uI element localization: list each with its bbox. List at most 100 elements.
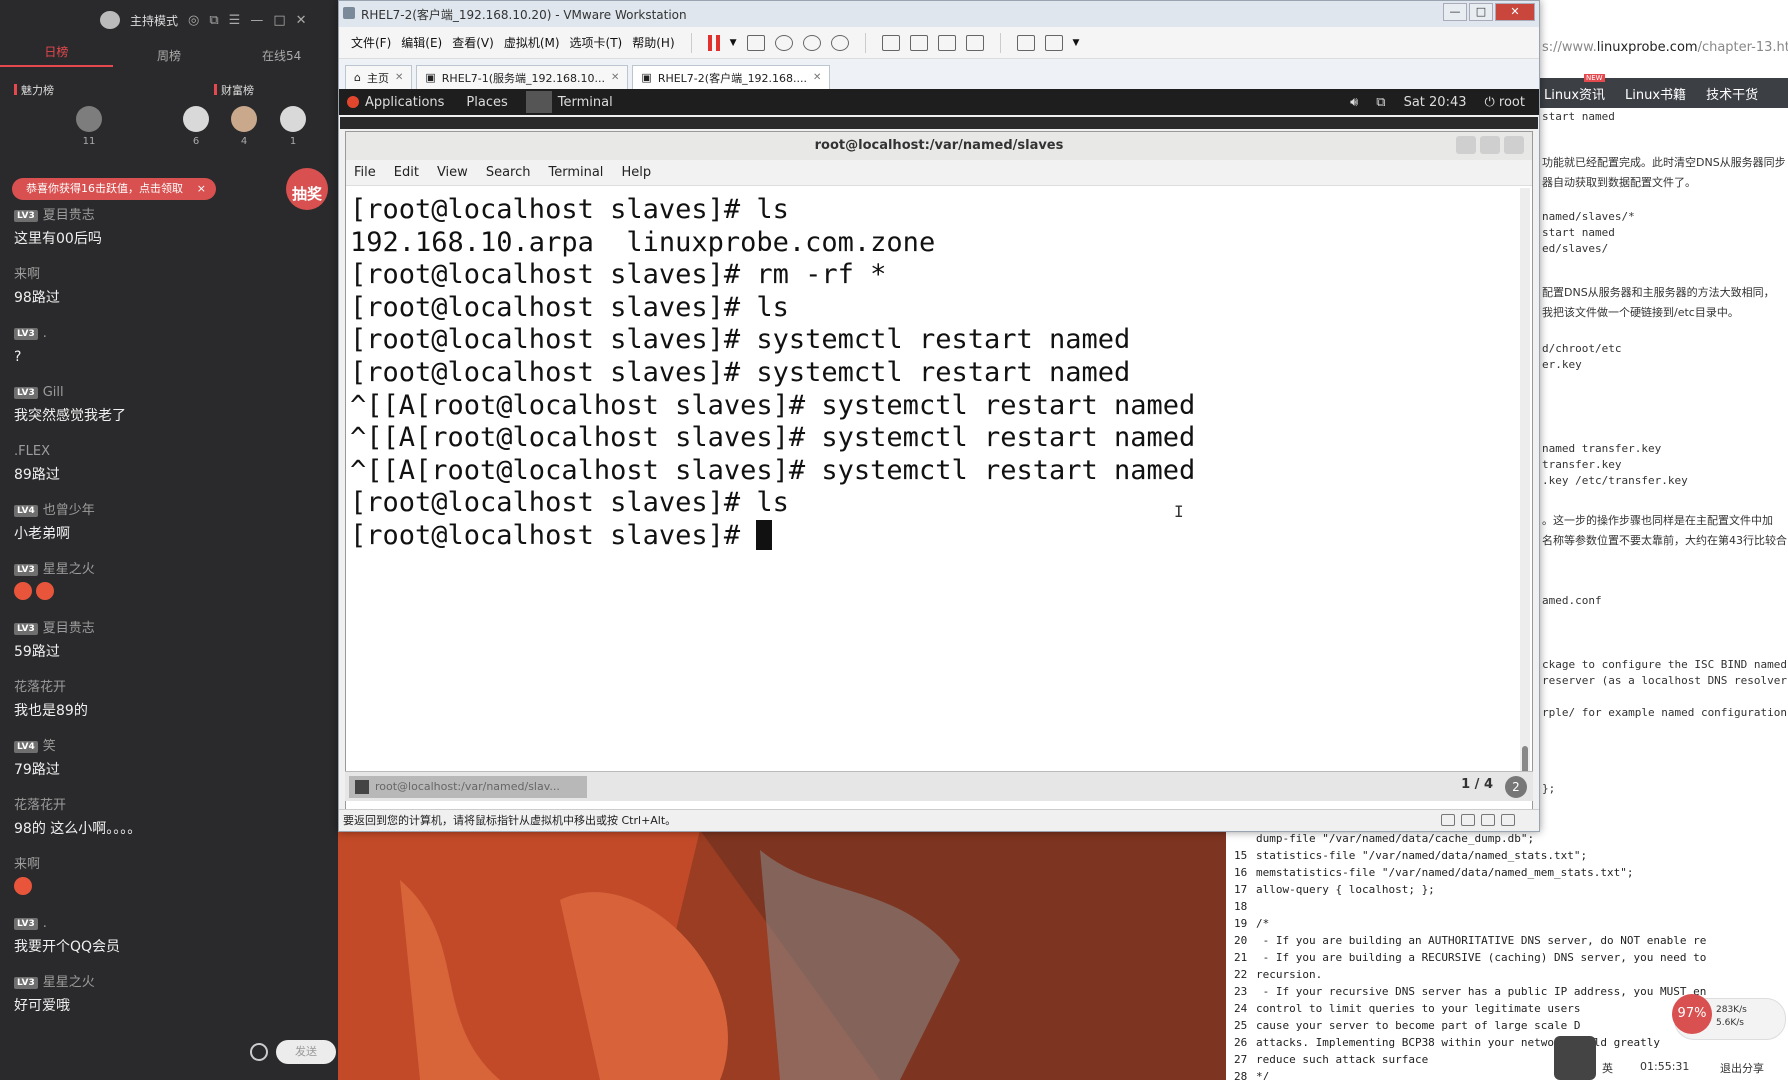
chevron-down-icon[interactable]: ▼ — [730, 38, 737, 48]
gnome-foot-icon — [347, 96, 359, 108]
maximize-icon[interactable] — [1480, 136, 1500, 154]
network-icon[interactable]: ⧉ — [1376, 95, 1385, 110]
cdrom-icon[interactable] — [1461, 814, 1475, 826]
message-text: 好可爱哦 — [14, 998, 70, 1014]
close-tab-icon[interactable]: ✕ — [611, 72, 619, 83]
tab-online[interactable]: 在线54 — [225, 47, 338, 64]
level-badge: LV4 — [14, 505, 38, 517]
power-icon: ⏻ — [1484, 94, 1499, 110]
fullscreen-icon[interactable] — [937, 34, 956, 51]
list-item: 花落花开 98的 这么小啊。。。。 — [14, 795, 324, 844]
volume-icon[interactable]: 🔊︎ — [1350, 95, 1358, 110]
terminal-output[interactable]: [root@localhost slaves]# ls 192.168.10.ar… — [346, 186, 1520, 796]
line-number: 20 — [1234, 934, 1248, 947]
vmware-titlebar[interactable]: RHEL7-2(客户端_192.168.10.20) - VMware Work… — [339, 1, 1539, 27]
terminal-app-menu[interactable]: Terminal — [558, 95, 613, 110]
exit-share-button[interactable]: 退出分享 — [1720, 1060, 1764, 1076]
avatar[interactable] — [231, 106, 257, 132]
stretch-guest-icon[interactable] — [1044, 34, 1063, 51]
terminal-window: root@localhost:/var/named/slaves File Ed… — [345, 131, 1533, 811]
workspace-indicator[interactable]: 1 / 4 — [1461, 777, 1493, 792]
snapshot-icon[interactable] — [774, 34, 793, 51]
usb-icon[interactable] — [1501, 814, 1515, 826]
menu-tabs[interactable]: 选项卡(T) — [570, 34, 623, 51]
minimize-icon[interactable] — [1456, 136, 1476, 154]
menu-view[interactable]: View — [437, 165, 468, 180]
tab-home[interactable]: ⌂ 主页 ✕ — [345, 65, 413, 89]
minimize-button[interactable]: — — [1443, 3, 1467, 21]
tab-rhel7-2[interactable]: ▣ RHEL7-2(客户端_192.168.... ✕ — [632, 65, 831, 89]
nav-item-books[interactable]: Linux书籍 — [1625, 84, 1686, 103]
taskbar-terminal-item[interactable]: root@localhost:/var/named/slav... — [349, 776, 587, 798]
line-number: 16 — [1234, 866, 1248, 879]
network-adapter-icon[interactable] — [1481, 814, 1495, 826]
pause-icon[interactable] — [707, 34, 720, 51]
avatar[interactable] — [76, 106, 102, 132]
revert-snapshot-icon[interactable] — [802, 34, 821, 51]
send-ctrl-alt-del-icon[interactable] — [746, 34, 765, 51]
address-bar[interactable]: s://www.linuxprobe.com/chapter-13.ht — [1540, 40, 1788, 60]
close-icon[interactable]: ✕ — [296, 13, 307, 28]
user-menu[interactable]: ⏻ root — [1485, 95, 1526, 110]
tab-weekly-rank[interactable]: 周榜 — [113, 47, 226, 64]
list-item: LV3 Gill 我突然感觉我老了 — [14, 382, 324, 431]
level-badge: LV3 — [14, 918, 38, 930]
settings-icon[interactable]: ◎ — [188, 13, 199, 28]
menu-view[interactable]: 查看(V) — [452, 34, 494, 51]
unity-icon[interactable] — [965, 34, 984, 51]
tab-daily-rank[interactable]: 日榜 — [0, 43, 113, 67]
menu-help[interactable]: 帮助(H) — [632, 34, 674, 51]
tab-rhel7-1[interactable]: ▣ RHEL7-1(服务端_192.168.10... ✕ — [416, 65, 629, 89]
snapshot-manager-icon[interactable] — [830, 34, 849, 51]
terminal-titlebar[interactable]: root@localhost:/var/named/slaves — [346, 132, 1532, 160]
show-library-icon[interactable] — [881, 34, 900, 51]
close-tab-icon[interactable]: ✕ — [395, 72, 403, 83]
menu-edit[interactable]: Edit — [394, 165, 419, 180]
emoji-icon — [14, 877, 32, 895]
menu-search[interactable]: Search — [486, 165, 531, 180]
close-button[interactable]: ✕ — [1495, 3, 1535, 21]
line-number: 15 — [1234, 849, 1248, 862]
thumbnail-bar-icon[interactable] — [909, 34, 928, 51]
lottery-button[interactable]: 抽奖 — [286, 168, 328, 210]
menu-edit[interactable]: 编辑(E) — [401, 34, 442, 51]
avatar[interactable] — [280, 106, 306, 132]
reward-promo-banner[interactable]: 恭喜你获得16击跃值，点击领取 × — [12, 178, 216, 200]
nav-item-tech[interactable]: 技术干货 — [1706, 84, 1758, 103]
sender-name: 星星之火 — [42, 562, 95, 577]
menu-file[interactable]: File — [354, 165, 376, 180]
popout-icon[interactable]: ⧉ — [209, 13, 218, 28]
level-badge: LV3 — [14, 977, 38, 989]
avatar[interactable] — [183, 106, 209, 132]
places-menu[interactable]: Places — [466, 95, 507, 110]
send-button[interactable]: 发送 — [276, 1040, 336, 1064]
notification-badge[interactable]: 2 — [1505, 776, 1527, 798]
cpu-gauge[interactable]: 97% — [1672, 994, 1712, 1034]
close-tab-icon[interactable]: ✕ — [813, 72, 821, 83]
line-number: 24 — [1234, 1002, 1248, 1015]
clock[interactable]: Sat 20:43 — [1404, 95, 1467, 110]
menu-terminal[interactable]: Terminal — [548, 165, 603, 180]
promo-close-icon[interactable]: × — [197, 178, 206, 200]
maximize-button[interactable]: □ — [1469, 3, 1493, 21]
chevron-down-icon[interactable]: ▼ — [1073, 38, 1080, 48]
nav-item-news[interactable]: Linux资讯 — [1544, 84, 1605, 103]
menu-help[interactable]: Help — [621, 165, 651, 180]
menu-file[interactable]: 文件(F) — [351, 34, 391, 51]
close-icon[interactable] — [1504, 136, 1524, 154]
hdd-icon[interactable] — [1441, 814, 1455, 826]
console-view-icon[interactable] — [1016, 34, 1035, 51]
menu-vm[interactable]: 虚拟机(M) — [504, 34, 560, 51]
ime-indicator[interactable]: 英 — [1602, 1060, 1613, 1076]
emoji-icon — [36, 582, 54, 600]
terminal-scrollbar[interactable] — [1520, 188, 1530, 790]
minimize-icon[interactable]: — — [250, 13, 263, 28]
article-line: ckage to configure the ISC BIND named — [1542, 658, 1788, 671]
emoji-picker-icon[interactable] — [250, 1043, 268, 1061]
code-line: 22 recursion. — [1234, 968, 1322, 981]
maximize-icon[interactable]: □ — [273, 13, 285, 28]
applications-menu[interactable]: Applications — [365, 95, 444, 110]
menu-icon[interactable]: ☰ — [229, 13, 241, 28]
vmware-window: RHEL7-2(客户端_192.168.10.20) - VMware Work… — [338, 0, 1540, 832]
host-mode-label: 主持模式 — [130, 13, 179, 28]
